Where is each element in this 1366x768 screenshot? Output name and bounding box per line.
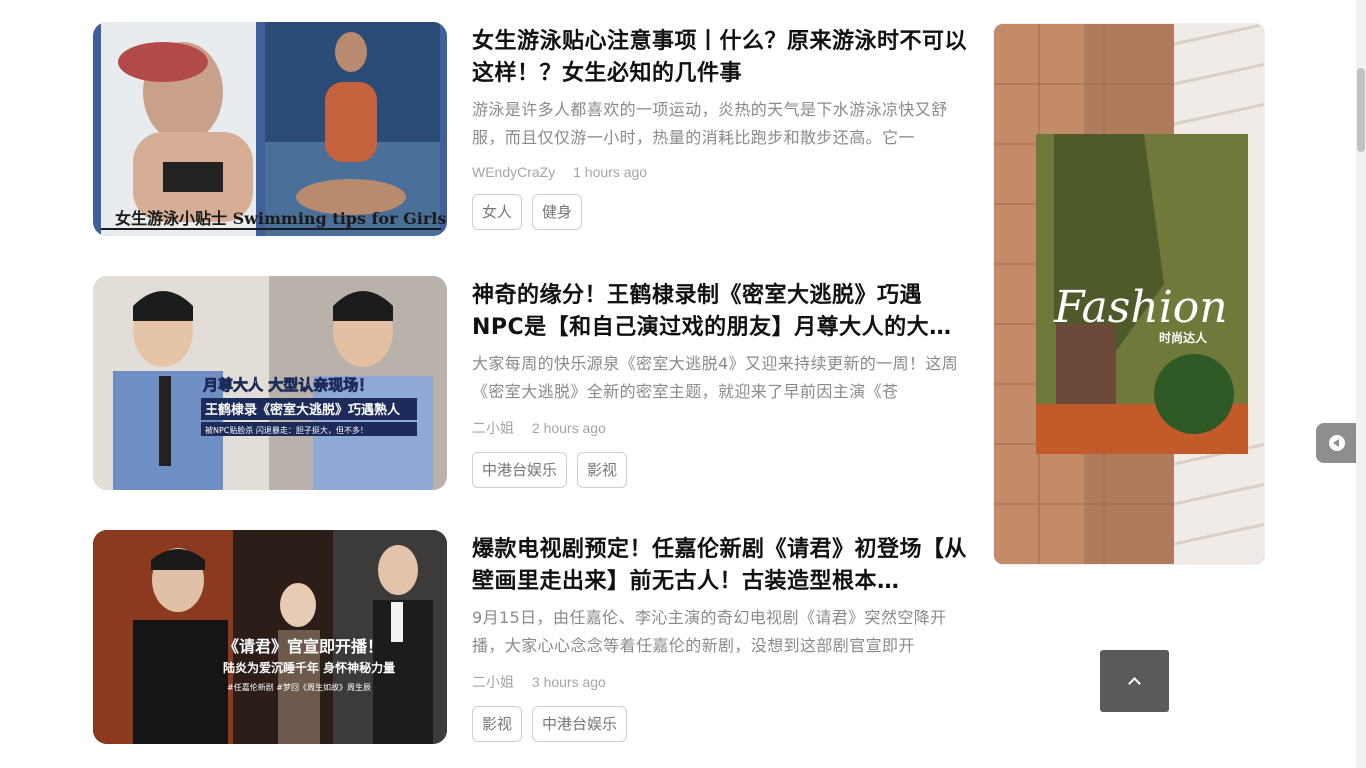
play-left-icon (1329, 435, 1345, 451)
article-author[interactable]: 二小姐 (472, 420, 514, 436)
article-time: 1 hours ago (573, 164, 648, 180)
article-card[interactable]: 《请君》官宣即开播！ 陆炎为爱沉睡千年 身怀神秘力量 #任嘉伦新剧 #梦回《周生… (93, 530, 973, 744)
article-title[interactable]: 爆款电视剧预定！任嘉伦新剧《请君》初登场【从壁画里走出来】前无古人！古装造型根本… (472, 534, 972, 598)
scrollbar-thumb[interactable] (1357, 68, 1365, 152)
chevron-up-icon (1128, 677, 1141, 690)
tag-chip[interactable]: 中港台娱乐 (472, 452, 568, 488)
back-to-top-button[interactable] (1100, 650, 1169, 712)
ad-sub-text: 时尚达人 (1159, 330, 1208, 345)
ad-script-text: Fashion (1053, 282, 1228, 333)
tag-chip[interactable]: 健身 (532, 194, 583, 230)
tag-chip[interactable]: 中港台娱乐 (532, 706, 628, 742)
article-title[interactable]: 女生游泳贴心注意事项丨什么？原来游泳时不可以这样！？女生必知的几件事 (472, 26, 972, 90)
thumbnail-caption: 女生游泳小贴士 Swimming tips for Girls (115, 209, 446, 228)
article-meta: 二小姐 2 hours ago (472, 418, 972, 438)
article-thumbnail[interactable]: 《请君》官宣即开播！ 陆炎为爱沉睡千年 身怀神秘力量 #任嘉伦新剧 #梦回《周生… (93, 530, 447, 744)
article-thumbnail[interactable]: 女生游泳小贴士 Swimming tips for Girls (93, 22, 447, 236)
article-card[interactable]: 女生游泳小贴士 Swimming tips for Girls 女生游泳贴心注意… (93, 22, 973, 236)
tag-chip[interactable]: 影视 (472, 706, 523, 742)
article-author[interactable]: 二小姐 (472, 674, 514, 690)
thumbnail-caption-1: 月尊大人 大型认亲现场！ (202, 376, 373, 394)
article-info: 神奇的缘分！王鹤棣录制《密室大逃脱》巧遇NPC是【和自己演过戏的朋友】月尊大人的… (472, 280, 972, 488)
article-tags: 影视 中港台娱乐 (472, 706, 972, 742)
article-info: 女生游泳贴心注意事项丨什么？原来游泳时不可以这样！？女生必知的几件事 游泳是许多… (472, 26, 972, 230)
article-excerpt: 大家每周的快乐源泉《密室大逃脱4》又迎来持续更新的一周！这周《密室大逃脱》全新的… (472, 354, 959, 401)
thumbnail-caption-1: 《请君》官宣即开播！ (223, 637, 383, 656)
article-time: 3 hours ago (531, 674, 606, 690)
thumbnail-caption-3: #任嘉伦新剧 #梦回《周生如故》周生辰 (227, 682, 371, 692)
tag-chip[interactable]: 影视 (577, 452, 628, 488)
article-thumbnail[interactable]: 月尊大人 大型认亲现场！ 王鹤棣录《密室大逃脱》巧遇熟人 被NPC贴脸杀 闪退暴… (93, 276, 447, 490)
thumbnail-caption-2: 陆炎为爱沉睡千年 身怀神秘力量 (223, 660, 395, 675)
article-card[interactable]: 月尊大人 大型认亲现场！ 王鹤棣录《密室大逃脱》巧遇熟人 被NPC贴脸杀 闪退暴… (93, 276, 973, 490)
sidebar-ad-banner[interactable]: Fashion 时尚达人 (993, 23, 1265, 565)
thumbnail-caption-2: 王鹤棣录《密室大逃脱》巧遇熟人 (205, 402, 401, 418)
article-meta: 二小姐 3 hours ago (472, 672, 972, 692)
tag-chip[interactable]: 女人 (472, 194, 523, 230)
article-tags: 女人 健身 (472, 194, 972, 230)
article-excerpt: 游泳是许多人都喜欢的一项运动，炎热的天气是下水游泳凉快又舒服，而且仅仅游一小时，… (472, 100, 948, 147)
article-info: 爆款电视剧预定！任嘉伦新剧《请君》初登场【从壁画里走出来】前无古人！古装造型根本… (472, 534, 972, 742)
article-meta: WEndyCraZy 1 hours ago (472, 164, 972, 180)
article-title[interactable]: 神奇的缘分！王鹤棣录制《密室大逃脱》巧遇NPC是【和自己演过戏的朋友】月尊大人的… (472, 280, 972, 344)
article-tags: 中港台娱乐 影视 (472, 452, 972, 488)
thumbnail-caption-3: 被NPC贴脸杀 闪退暴走：胆子挺大，但不多！ (205, 425, 368, 435)
side-panel-toggle[interactable] (1316, 423, 1358, 463)
article-author[interactable]: WEndyCraZy (472, 164, 555, 180)
article-excerpt: 9月15日，由任嘉伦、李沁主演的奇幻电视剧《请君》突然空降开播，大家心心念念等着… (472, 608, 947, 655)
article-time: 2 hours ago (531, 420, 606, 436)
